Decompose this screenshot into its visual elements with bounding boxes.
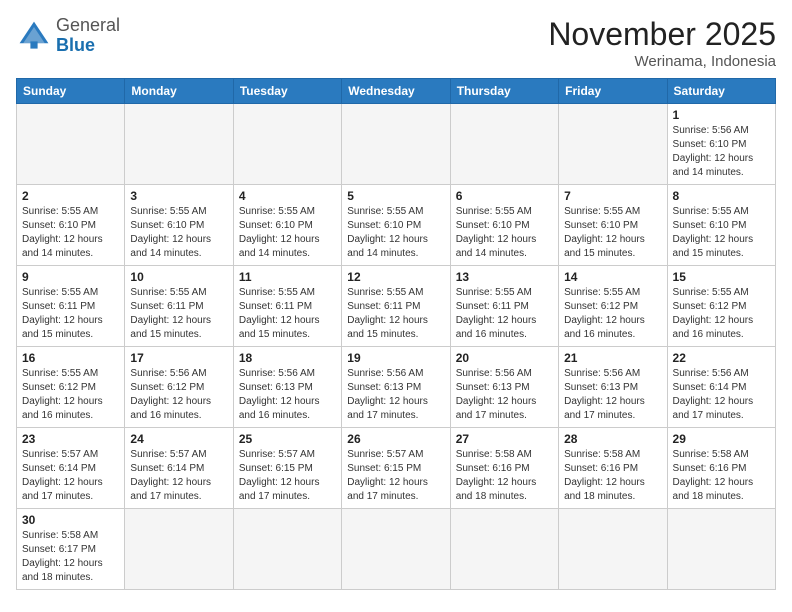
- calendar-cell: 14Sunrise: 5:55 AMSunset: 6:12 PMDayligh…: [559, 266, 667, 347]
- calendar-cell: [667, 509, 775, 590]
- calendar-row-3: 16Sunrise: 5:55 AMSunset: 6:12 PMDayligh…: [17, 347, 776, 428]
- calendar-cell: 20Sunrise: 5:56 AMSunset: 6:13 PMDayligh…: [450, 347, 558, 428]
- header-sunday: Sunday: [17, 79, 125, 104]
- header-monday: Monday: [125, 79, 233, 104]
- calendar-cell: [233, 509, 341, 590]
- calendar-cell: 23Sunrise: 5:57 AMSunset: 6:14 PMDayligh…: [17, 428, 125, 509]
- calendar-cell: [125, 509, 233, 590]
- calendar-cell: [559, 104, 667, 185]
- calendar-row-1: 2Sunrise: 5:55 AMSunset: 6:10 PMDaylight…: [17, 185, 776, 266]
- calendar-row-2: 9Sunrise: 5:55 AMSunset: 6:11 PMDaylight…: [17, 266, 776, 347]
- calendar-cell: 5Sunrise: 5:55 AMSunset: 6:10 PMDaylight…: [342, 185, 450, 266]
- calendar-cell: 19Sunrise: 5:56 AMSunset: 6:13 PMDayligh…: [342, 347, 450, 428]
- calendar-table: Sunday Monday Tuesday Wednesday Thursday…: [16, 78, 776, 590]
- calendar-cell: 8Sunrise: 5:55 AMSunset: 6:10 PMDaylight…: [667, 185, 775, 266]
- calendar-cell: [342, 509, 450, 590]
- logo: General Blue: [16, 16, 120, 56]
- calendar-cell: [125, 104, 233, 185]
- logo-blue: Blue: [56, 35, 95, 55]
- calendar-cell: 17Sunrise: 5:56 AMSunset: 6:12 PMDayligh…: [125, 347, 233, 428]
- calendar-cell: 29Sunrise: 5:58 AMSunset: 6:16 PMDayligh…: [667, 428, 775, 509]
- weekday-header-row: Sunday Monday Tuesday Wednesday Thursday…: [17, 79, 776, 104]
- calendar-cell: 22Sunrise: 5:56 AMSunset: 6:14 PMDayligh…: [667, 347, 775, 428]
- header-tuesday: Tuesday: [233, 79, 341, 104]
- calendar-cell: [450, 104, 558, 185]
- calendar-cell: [342, 104, 450, 185]
- calendar-cell: 21Sunrise: 5:56 AMSunset: 6:13 PMDayligh…: [559, 347, 667, 428]
- calendar-cell: [233, 104, 341, 185]
- calendar-cell: 30Sunrise: 5:58 AMSunset: 6:17 PMDayligh…: [17, 509, 125, 590]
- calendar-cell: 26Sunrise: 5:57 AMSunset: 6:15 PMDayligh…: [342, 428, 450, 509]
- calendar-cell: 13Sunrise: 5:55 AMSunset: 6:11 PMDayligh…: [450, 266, 558, 347]
- logo-text: General Blue: [56, 16, 120, 56]
- page-header: General Blue November 2025 Werinama, Ind…: [16, 16, 776, 70]
- calendar-cell: 27Sunrise: 5:58 AMSunset: 6:16 PMDayligh…: [450, 428, 558, 509]
- calendar-cell: 18Sunrise: 5:56 AMSunset: 6:13 PMDayligh…: [233, 347, 341, 428]
- calendar-cell: 2Sunrise: 5:55 AMSunset: 6:10 PMDaylight…: [17, 185, 125, 266]
- calendar-cell: 12Sunrise: 5:55 AMSunset: 6:11 PMDayligh…: [342, 266, 450, 347]
- calendar-cell: 4Sunrise: 5:55 AMSunset: 6:10 PMDaylight…: [233, 185, 341, 266]
- header-friday: Friday: [559, 79, 667, 104]
- calendar-cell: 15Sunrise: 5:55 AMSunset: 6:12 PMDayligh…: [667, 266, 775, 347]
- calendar-cell: 10Sunrise: 5:55 AMSunset: 6:11 PMDayligh…: [125, 266, 233, 347]
- calendar-cell: 25Sunrise: 5:57 AMSunset: 6:15 PMDayligh…: [233, 428, 341, 509]
- logo-general: General: [56, 15, 120, 35]
- logo-icon: [16, 18, 52, 54]
- calendar-cell: 1Sunrise: 5:56 AMSunset: 6:10 PMDaylight…: [667, 104, 775, 185]
- calendar-cell: 9Sunrise: 5:55 AMSunset: 6:11 PMDaylight…: [17, 266, 125, 347]
- location: Werinama, Indonesia: [548, 53, 776, 70]
- calendar-cell: [450, 509, 558, 590]
- calendar-cell: 11Sunrise: 5:55 AMSunset: 6:11 PMDayligh…: [233, 266, 341, 347]
- calendar-cell: 16Sunrise: 5:55 AMSunset: 6:12 PMDayligh…: [17, 347, 125, 428]
- calendar-row-5: 30Sunrise: 5:58 AMSunset: 6:17 PMDayligh…: [17, 509, 776, 590]
- calendar-cell: [17, 104, 125, 185]
- calendar-row-4: 23Sunrise: 5:57 AMSunset: 6:14 PMDayligh…: [17, 428, 776, 509]
- month-title: November 2025: [548, 16, 776, 53]
- calendar-cell: [559, 509, 667, 590]
- title-block: November 2025 Werinama, Indonesia: [548, 16, 776, 70]
- calendar-cell: 3Sunrise: 5:55 AMSunset: 6:10 PMDaylight…: [125, 185, 233, 266]
- calendar-cell: 24Sunrise: 5:57 AMSunset: 6:14 PMDayligh…: [125, 428, 233, 509]
- header-saturday: Saturday: [667, 79, 775, 104]
- calendar-row-0: 1Sunrise: 5:56 AMSunset: 6:10 PMDaylight…: [17, 104, 776, 185]
- header-wednesday: Wednesday: [342, 79, 450, 104]
- header-thursday: Thursday: [450, 79, 558, 104]
- calendar-cell: 28Sunrise: 5:58 AMSunset: 6:16 PMDayligh…: [559, 428, 667, 509]
- calendar-cell: 6Sunrise: 5:55 AMSunset: 6:10 PMDaylight…: [450, 185, 558, 266]
- calendar-cell: 7Sunrise: 5:55 AMSunset: 6:10 PMDaylight…: [559, 185, 667, 266]
